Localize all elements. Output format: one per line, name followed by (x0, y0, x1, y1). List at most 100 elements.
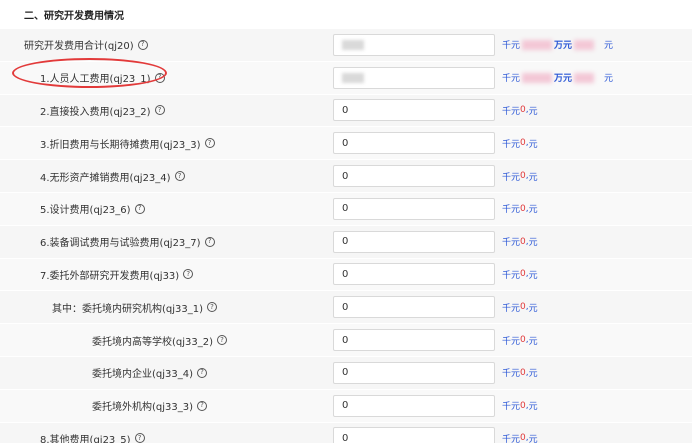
form-row: 7.委托外部研究开发费用(qj33)? 0 千元 0, 元 (0, 258, 692, 292)
row-label: 研究开发费用合计(qj20)? (0, 29, 325, 61)
value-input[interactable]: 0 (333, 230, 495, 253)
unit-yuan: 元 (528, 172, 538, 183)
row-label: 7.委托外部研究开发费用(qj33)? (0, 259, 325, 291)
row-label: 6.装备调试费用与试验费用(qj23_7)? (0, 226, 325, 258)
help-question-icon[interactable]: ? (134, 433, 145, 443)
unit-yuan: 元 (528, 336, 538, 347)
value-input[interactable]: 0 (333, 197, 495, 220)
unit-thousand-yuan: 千元 (502, 270, 521, 281)
value-input[interactable]: 0 (333, 263, 495, 286)
row-label-text: 7.委托外部研究开发费用(qj33) (40, 270, 180, 282)
help-question-icon[interactable]: ? (137, 39, 148, 50)
form-row: 其中：委托境内研究机构(qj33_1)? 0 千元 0, 元 (0, 291, 692, 325)
row-label-text: 5.设计费用(qj23_6) (40, 205, 131, 217)
row-label-text: 研究开发费用合计(qj20) (24, 41, 134, 53)
unit-thousand-yuan: 千元 (502, 336, 521, 347)
row-label-text: 4.无形资产摊销费用(qj23_4) (40, 172, 171, 184)
unit-conversion: 千元 0, 元 (502, 334, 538, 347)
help-question-icon[interactable]: ? (174, 171, 185, 182)
unit-conversion: 千元 0, 元 (502, 202, 538, 216)
unit-thousand-yuan: 千元 (502, 139, 521, 150)
value-input[interactable]: 0 (333, 394, 495, 417)
row-label: 8.其他费用(qj23_5)? (0, 423, 325, 443)
unit-thousand-yuan: 千元 (502, 106, 521, 117)
value-input[interactable]: 0 (333, 329, 495, 352)
value-input[interactable] (333, 66, 495, 89)
value-input[interactable]: 0 (333, 361, 495, 384)
input-value: 0 (342, 236, 349, 248)
value-input[interactable] (333, 33, 495, 56)
input-value: 0 (342, 203, 349, 215)
unit-yuan: 元 (528, 106, 538, 117)
form-row: 委托境内企业(qj33_4)? 0 千元 0, 元 (0, 356, 692, 390)
row-label: 3.折旧费用与长期待摊费用(qj23_3)? (0, 127, 325, 159)
unit-conversion: 千元 0, 元 (502, 366, 538, 380)
row-label: 2.直接投入费用(qj23_2)? (0, 95, 325, 127)
unit-yuan: 元 (528, 303, 538, 314)
row-label-text: 3.折旧费用与长期待摊费用(qj23_3) (40, 139, 201, 151)
help-question-icon[interactable]: ? (204, 138, 215, 149)
help-question-icon[interactable]: ? (154, 105, 165, 116)
row-label-text: 其中：委托境内研究机构(qj33_1) (52, 303, 204, 315)
help-question-icon[interactable]: ? (217, 335, 228, 346)
form-row: 5.设计费用(qj23_6)? 0 千元 0, 元 (0, 192, 692, 226)
form-row: 1.人员人工费用(qj23_1)? 千元 万元 元 (0, 61, 692, 95)
value-input[interactable]: 0 (333, 132, 495, 155)
unit-ten-thousand-yuan: 万元 (554, 41, 573, 52)
help-question-icon[interactable]: ? (134, 203, 145, 214)
row-label-text: 委托境内高等学校(qj33_2) (92, 336, 214, 348)
value-input[interactable]: 0 (333, 99, 495, 122)
unit-conversion: 千元 0, 元 (502, 432, 538, 443)
input-value: 0 (342, 301, 349, 313)
row-label-text: 2.直接投入费用(qj23_2) (40, 106, 151, 118)
unit-conversion: 千元 0, 元 (502, 399, 538, 413)
value-input[interactable]: 0 (333, 165, 495, 188)
row-label-text: 6.装备调试费用与试验费用(qj23_7) (40, 238, 201, 250)
unit-yuan: 元 (528, 270, 538, 281)
help-question-icon[interactable]: ? (154, 72, 165, 83)
row-label: 4.无形资产摊销费用(qj23_4)? (0, 160, 325, 192)
form-row: 2.直接投入费用(qj23_2)? 0 千元 0, 元 (0, 94, 692, 128)
unit-conversion: 千元 0, 元 (502, 104, 538, 117)
section-title: 二、研究开发费用情况 (0, 0, 692, 29)
help-question-icon[interactable]: ? (207, 302, 218, 313)
unit-thousand-yuan: 千元 (502, 74, 521, 85)
unit-conversion: 千元 0, 元 (502, 301, 538, 314)
unit-yuan: 元 (528, 238, 538, 249)
form-row: 3.折旧费用与长期待摊费用(qj23_3)? 0 千元 0, 元 (0, 127, 692, 161)
redacted-amount (574, 72, 595, 83)
redacted-value (342, 39, 364, 50)
unit-thousand-yuan: 千元 (502, 434, 521, 443)
redacted-amount (522, 39, 553, 50)
form-row: 研究开发费用合计(qj20)? 千元 万元 元 (0, 29, 692, 62)
unit-thousand-yuan: 千元 (502, 303, 521, 314)
unit-ten-thousand-yuan: 万元 (554, 74, 573, 85)
help-question-icon[interactable]: ? (204, 236, 215, 247)
unit-conversion: 千元 万元 元 (502, 38, 613, 51)
rd-expense-form: 研究开发费用合计(qj20)? 千元 万元元 1.人员人工费用(qj23_1)? 千元万… (0, 29, 692, 443)
row-label: 其中：委托境内研究机构(qj33_1)? (0, 291, 325, 323)
unit-thousand-yuan: 千元 (502, 402, 521, 413)
input-value: 0 (342, 268, 349, 280)
value-input[interactable]: 0 (333, 296, 495, 319)
row-label: 5.设计费用(qj23_6)? (0, 193, 325, 225)
input-value: 0 (342, 137, 349, 149)
unit-yuan: 元 (528, 205, 538, 216)
help-question-icon[interactable]: ? (183, 269, 194, 280)
unit-yuan: 元 (528, 139, 538, 150)
help-question-icon[interactable]: ? (197, 400, 208, 411)
form-row: 委托境内高等学校(qj33_2)? 0 千元 0, 元 (0, 324, 692, 357)
unit-yuan: 元 (604, 41, 614, 52)
help-question-icon[interactable]: ? (197, 367, 208, 378)
row-label-text: 委托境外机构(qj33_3) (92, 402, 194, 414)
unit-thousand-yuan: 千元 (502, 172, 521, 183)
unit-conversion: 千元 0, 元 (502, 170, 538, 183)
unit-conversion: 千元 0, 元 (502, 235, 538, 249)
input-value: 0 (342, 400, 349, 412)
row-label-text: 委托境内企业(qj33_4) (92, 369, 194, 381)
value-input[interactable]: 0 (333, 427, 495, 443)
input-value: 0 (342, 367, 349, 379)
input-value: 0 (342, 334, 349, 346)
redacted-value (342, 72, 364, 83)
redacted-amount (522, 72, 553, 83)
